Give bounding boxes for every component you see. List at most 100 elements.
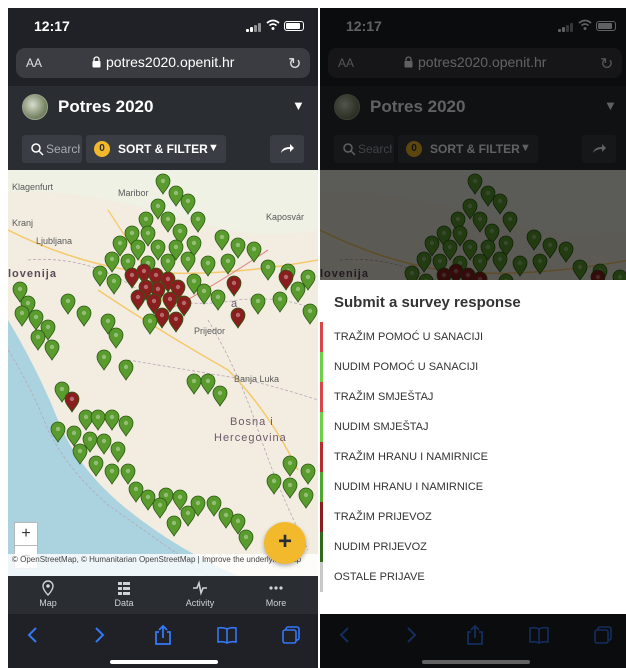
map-marker-dot bbox=[157, 502, 163, 508]
share-icon[interactable] bbox=[152, 624, 174, 646]
map-marker-dot bbox=[175, 284, 181, 290]
reload-icon[interactable]: ↻ bbox=[288, 54, 301, 74]
sort-filter-button[interactable]: 0 SORT & FILTER ▼ bbox=[86, 135, 226, 163]
map-marker-dot bbox=[115, 446, 121, 452]
search-icon bbox=[31, 143, 44, 156]
map-label-kaposvar: Kaposvár bbox=[266, 212, 305, 222]
map-label-maribor: Maribor bbox=[118, 188, 149, 198]
search-button[interactable]: Search bbox=[22, 135, 82, 163]
tabs-icon[interactable] bbox=[280, 624, 302, 646]
map-marker-dot bbox=[123, 420, 129, 426]
battery-icon bbox=[284, 21, 304, 31]
survey-option-label: TRAŽIM POMOĆ U SANACIJI bbox=[334, 331, 484, 343]
map-marker-dot bbox=[167, 296, 173, 302]
map-marker-dot bbox=[191, 278, 197, 284]
map-marker-dot bbox=[185, 510, 191, 516]
survey-option-color-bar bbox=[320, 412, 323, 442]
browser-toolbar bbox=[8, 614, 318, 668]
map-marker-dot bbox=[153, 272, 159, 278]
map-label-klagenfurt: Klagenfurt bbox=[12, 182, 54, 192]
share-button[interactable] bbox=[270, 135, 304, 163]
map-marker-dot bbox=[165, 258, 171, 264]
back-icon[interactable] bbox=[22, 624, 44, 646]
map-marker-dot bbox=[231, 280, 237, 286]
map-marker-dot bbox=[95, 414, 101, 420]
map-marker-dot bbox=[133, 486, 139, 492]
zoom-in-button[interactable]: + bbox=[14, 522, 38, 546]
map-marker-dot bbox=[135, 244, 141, 250]
nav-data[interactable]: Data bbox=[94, 580, 154, 608]
map-marker-dot bbox=[155, 203, 161, 209]
survey-option[interactable]: OSTALE PRIJAVE bbox=[320, 562, 626, 592]
survey-option-label: NUDIM SMJEŠTAJ bbox=[334, 421, 429, 433]
map-marker-dot bbox=[155, 244, 161, 250]
app-logo bbox=[22, 94, 48, 120]
survey-option-color-bar bbox=[320, 442, 323, 472]
map-marker-dot bbox=[211, 500, 217, 506]
survey-option-label: NUDIM POMOĆ U SANACIJI bbox=[334, 361, 479, 373]
map-marker-dot bbox=[145, 494, 151, 500]
map-marker-dot bbox=[143, 284, 149, 290]
survey-option[interactable]: NUDIM PRIJEVOZ bbox=[320, 532, 626, 562]
chevron-down-icon[interactable]: ▼ bbox=[292, 98, 305, 113]
survey-option[interactable]: NUDIM HRANU I NAMIRNICE bbox=[320, 472, 626, 502]
map-marker-dot bbox=[111, 278, 117, 284]
app-title: Potres 2020 bbox=[58, 97, 154, 116]
map-pin-icon bbox=[42, 580, 54, 596]
map-marker-dot bbox=[271, 478, 277, 484]
map-marker-dot bbox=[49, 344, 55, 350]
status-time: 12:17 bbox=[34, 18, 70, 34]
map-marker-dot bbox=[109, 414, 115, 420]
survey-option[interactable]: TRAŽIM HRANU I NAMIRNICE bbox=[320, 442, 626, 472]
map-marker-dot bbox=[177, 228, 183, 234]
map-marker-dot bbox=[25, 300, 31, 306]
map-marker-dot bbox=[35, 334, 41, 340]
map-view[interactable]: Klagenfurt Maribor Kranj Ljubljana loven… bbox=[8, 170, 318, 576]
map-marker-dot bbox=[235, 312, 241, 318]
wifi-icon bbox=[266, 19, 280, 30]
map-marker-dot bbox=[135, 294, 141, 300]
url-field[interactable]: AA potres2020.openit.hr ↻ bbox=[16, 48, 310, 78]
survey-option-color-bar bbox=[320, 532, 323, 562]
map-marker-dot bbox=[145, 230, 151, 236]
survey-option[interactable]: TRAŽIM POMOĆ U SANACIJI bbox=[320, 322, 626, 352]
nav-activity[interactable]: Activity bbox=[170, 580, 230, 608]
map-marker-dot bbox=[205, 260, 211, 266]
text-size-button[interactable]: AA bbox=[26, 56, 42, 70]
map-marker-dot bbox=[243, 534, 249, 540]
bookmarks-icon[interactable] bbox=[216, 624, 238, 646]
map-marker-dot bbox=[97, 270, 103, 276]
survey-option[interactable]: NUDIM SMJEŠTAJ bbox=[320, 412, 626, 442]
survey-option[interactable]: TRAŽIM SMJEŠTAJ bbox=[320, 382, 626, 412]
survey-option-color-bar bbox=[320, 322, 323, 352]
map-marker-dot bbox=[251, 246, 257, 252]
map-marker-dot bbox=[155, 286, 161, 292]
map-marker-dot bbox=[185, 198, 191, 204]
map-marker-dot bbox=[195, 500, 201, 506]
signal-icon bbox=[246, 22, 262, 32]
map-marker-dot bbox=[305, 274, 311, 280]
map-marker-dot bbox=[105, 318, 111, 324]
survey-option[interactable]: TRAŽIM PRIJEVOZ bbox=[320, 502, 626, 532]
map-marker-dot bbox=[159, 312, 165, 318]
search-input[interactable]: Search bbox=[46, 142, 80, 156]
nav-more[interactable]: More bbox=[246, 580, 306, 608]
survey-option[interactable]: NUDIM POMOĆ U SANACIJI bbox=[320, 352, 626, 382]
map-marker-dot bbox=[117, 240, 123, 246]
survey-option-color-bar bbox=[320, 352, 323, 382]
forward-icon[interactable] bbox=[88, 624, 110, 646]
map-marker-dot bbox=[283, 274, 289, 280]
map-marker-dot bbox=[65, 298, 71, 304]
map-marker-dot bbox=[17, 286, 23, 292]
map-marker-dot bbox=[215, 294, 221, 300]
map-marker-dot bbox=[235, 518, 241, 524]
map-marker-dot bbox=[109, 256, 115, 262]
map-marker-dot bbox=[113, 332, 119, 338]
nav-map[interactable]: Map bbox=[18, 580, 78, 608]
add-post-button[interactable]: + bbox=[264, 522, 306, 564]
map-marker-dot bbox=[165, 276, 171, 282]
map-marker-dot bbox=[123, 364, 129, 370]
home-indicator bbox=[110, 660, 218, 664]
map-marker-dot bbox=[223, 512, 229, 518]
survey-sheet-title: Submit a survey response bbox=[334, 294, 521, 311]
